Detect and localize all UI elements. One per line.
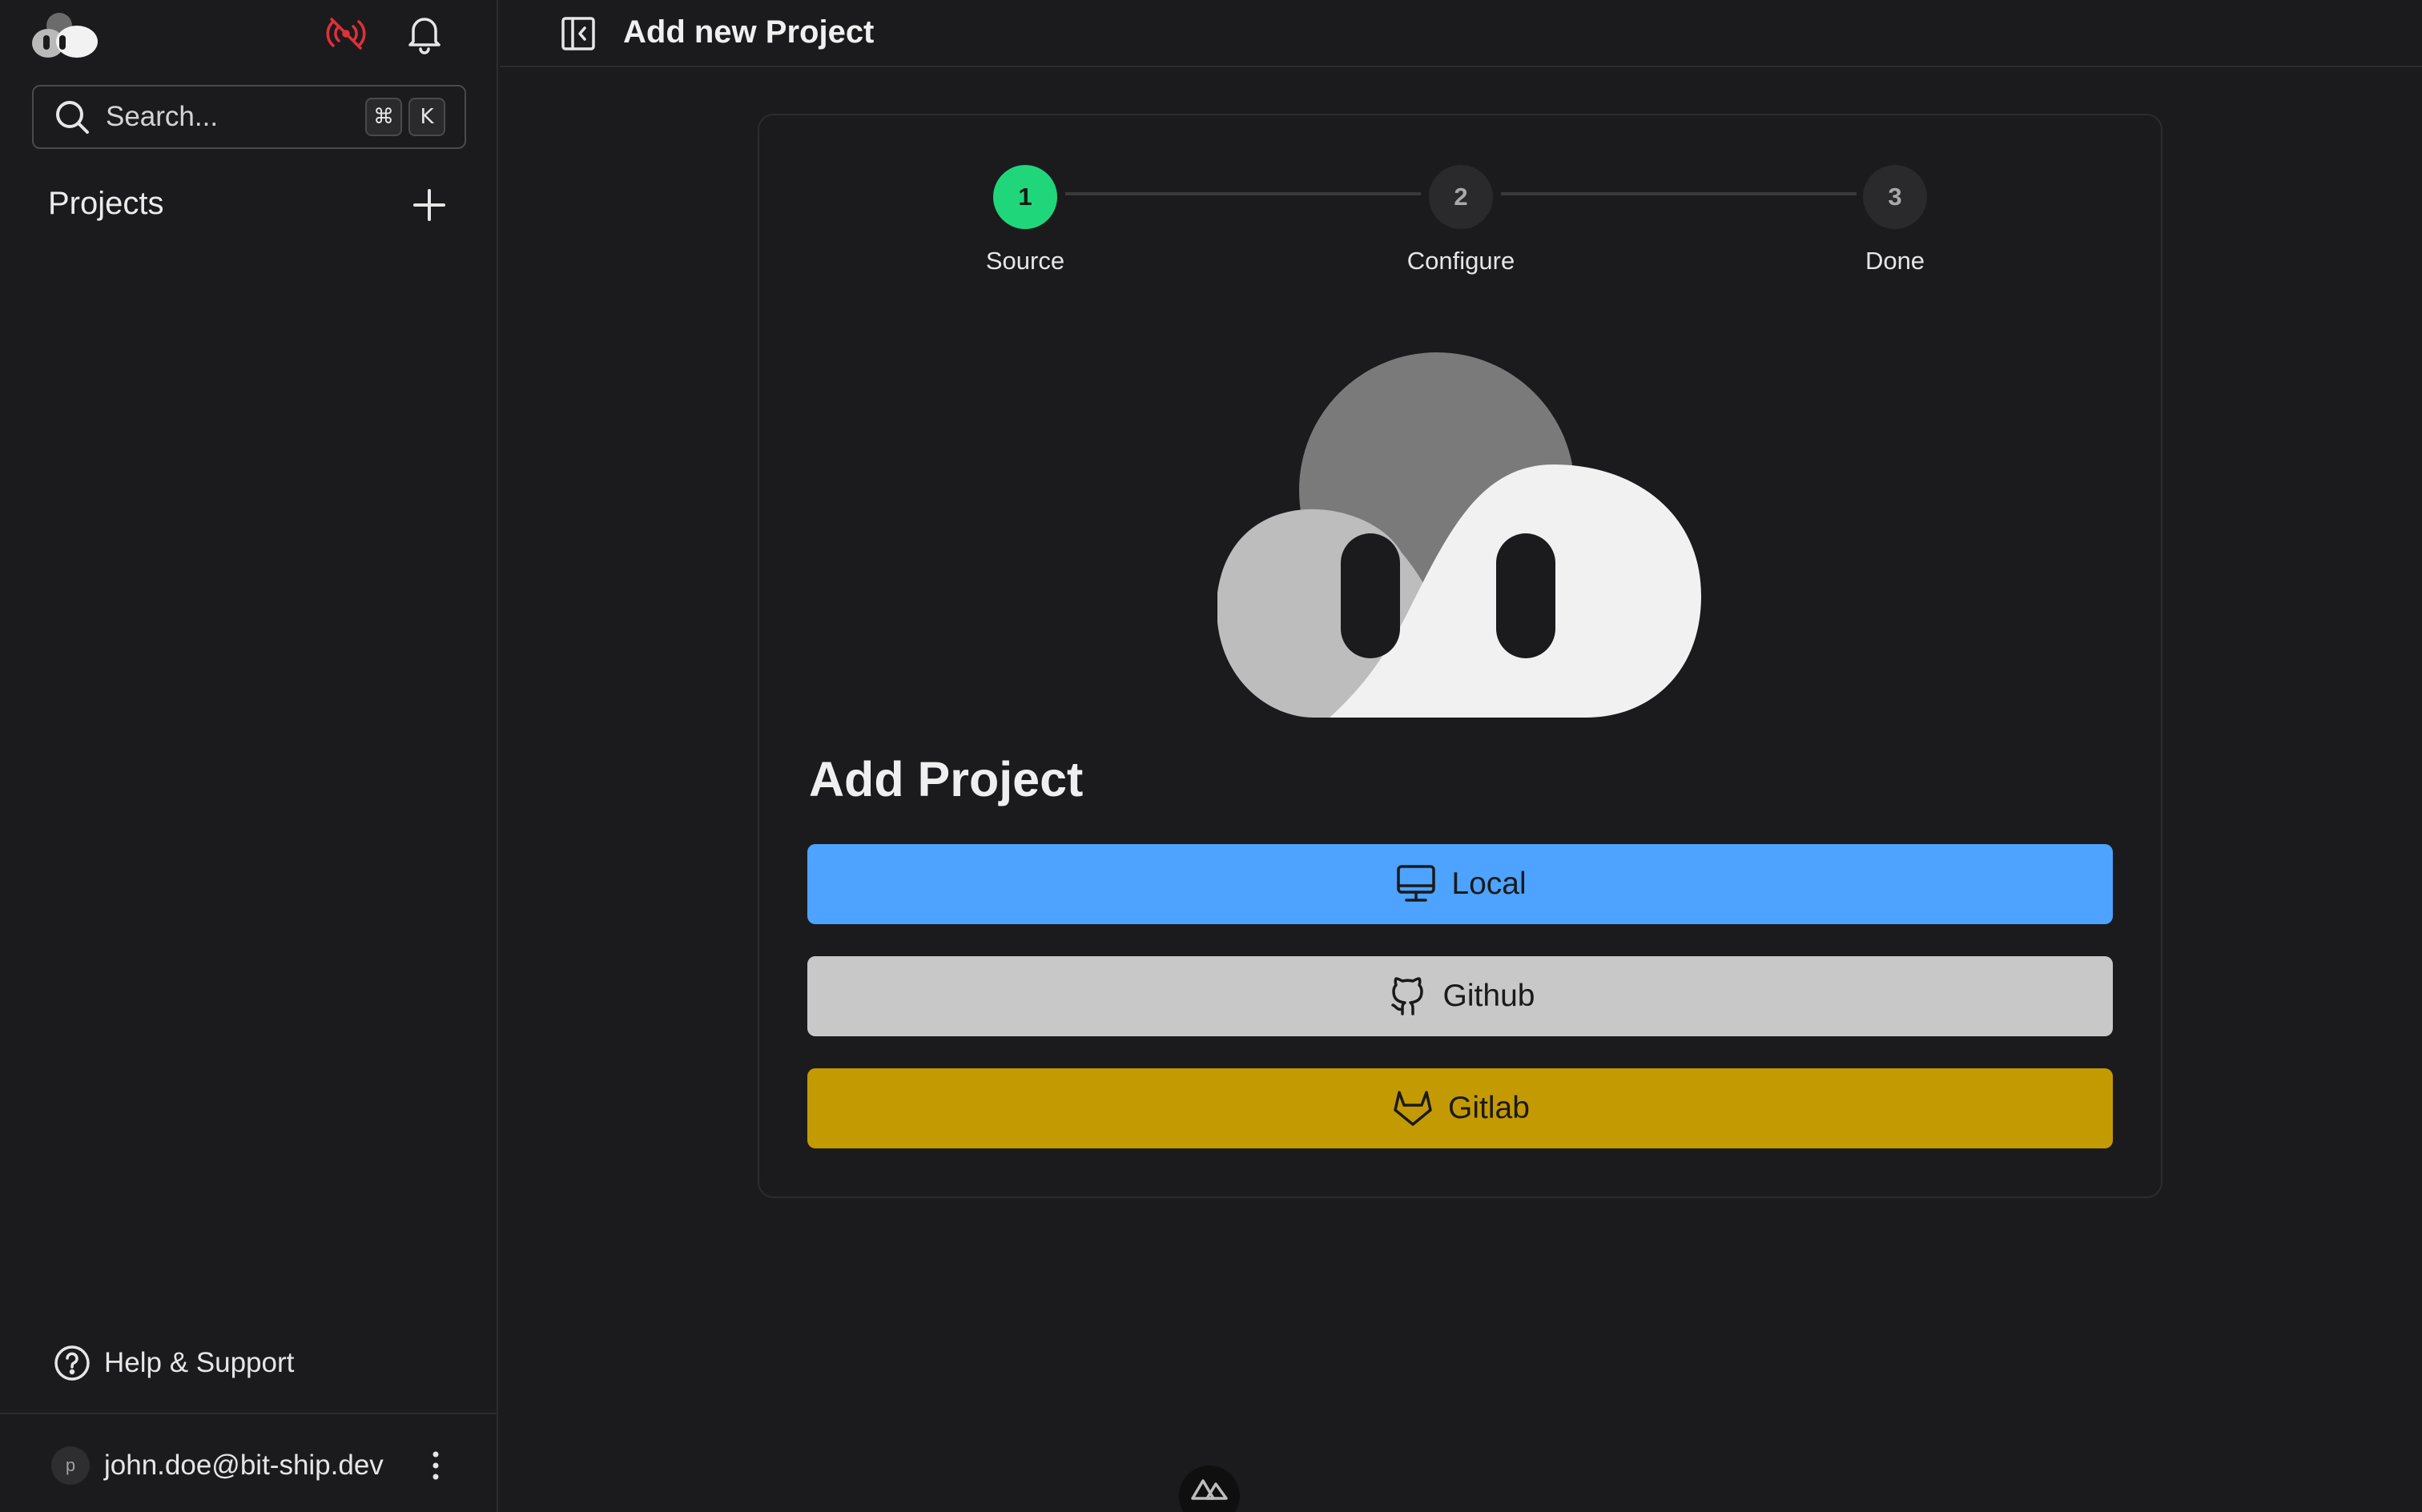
user-menu[interactable]: p john.doe@bit-ship.dev <box>51 1443 452 1488</box>
plus-icon[interactable] <box>407 183 452 227</box>
shortcut-key-k: K <box>408 98 445 136</box>
local-button-label: Local <box>1451 867 1527 901</box>
github-icon <box>1390 977 1423 1015</box>
stepper-connector <box>1065 192 1421 195</box>
search-box[interactable]: ⌘ K <box>32 85 466 149</box>
bell-icon[interactable] <box>404 11 445 56</box>
sidebar-collapse-icon[interactable] <box>561 16 596 51</box>
sidebar: ⌘ K Projects Help & Support p john.doe@b… <box>0 0 498 1512</box>
step-2-label: Configure <box>1406 247 1515 275</box>
step-1-indicator: 1 <box>993 165 1057 229</box>
local-source-button[interactable]: Local <box>807 844 2113 924</box>
app-root: ⌘ K Projects Help & Support p john.doe@b… <box>0 0 2422 1512</box>
top-header: Add new Project <box>500 0 2422 67</box>
user-email: john.doe@bit-ship.dev <box>104 1450 384 1481</box>
gitlab-icon <box>1394 1091 1432 1126</box>
avatar: p <box>51 1446 90 1485</box>
search-icon <box>56 101 89 134</box>
nuxt-devtools-badge[interactable] <box>1179 1466 1240 1512</box>
kebab-menu-icon[interactable] <box>420 1446 452 1485</box>
github-button-label: Github <box>1442 979 1535 1013</box>
step-1-label: Source <box>985 247 1065 275</box>
help-support-label: Help & Support <box>104 1347 295 1378</box>
page-title: Add new Project <box>623 14 875 50</box>
gitlab-button-label: Gitlab <box>1448 1091 1530 1125</box>
step-3-indicator: 3 <box>1863 165 1927 229</box>
live-status-icon[interactable] <box>324 14 368 53</box>
step-3-label: Done <box>1865 247 1925 275</box>
help-circle-icon <box>54 1345 90 1381</box>
projects-heading: Projects <box>48 186 164 221</box>
search-input[interactable] <box>106 101 359 133</box>
sidebar-divider <box>0 1413 498 1414</box>
step-2-indicator: 2 <box>1429 165 1493 229</box>
nuxt-devtools-icon <box>1191 1479 1228 1500</box>
shortcut-key-cmd: ⌘ <box>365 98 402 136</box>
stepper-connector <box>1501 192 1857 195</box>
app-logo[interactable] <box>30 8 99 59</box>
card-title: Add Project <box>809 752 1084 806</box>
github-source-button[interactable]: Github <box>807 956 2113 1036</box>
cloud-mascot-illustration <box>1217 352 1701 718</box>
gitlab-source-button[interactable]: Gitlab <box>807 1068 2113 1148</box>
help-support-link[interactable]: Help & Support <box>53 1344 294 1382</box>
monitor-icon <box>1397 865 1436 902</box>
